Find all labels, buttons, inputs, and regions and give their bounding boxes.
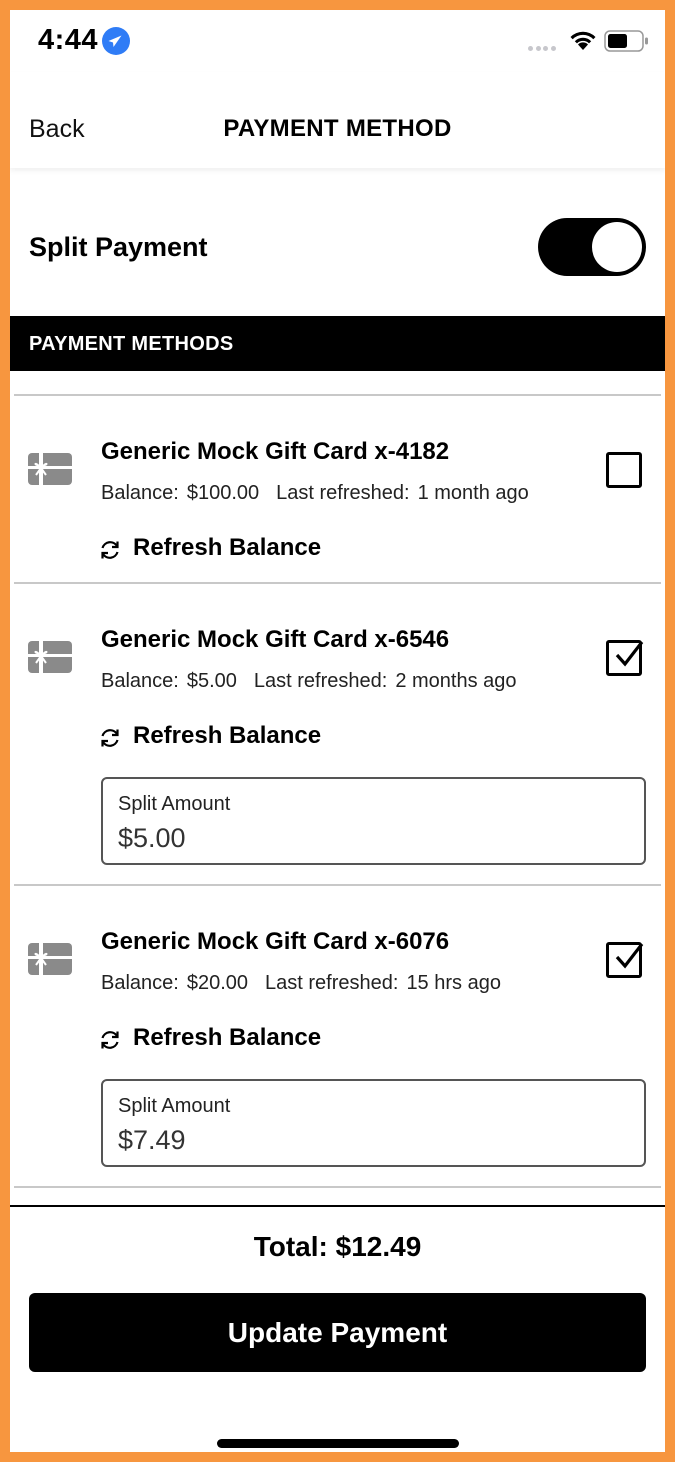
card-checkbox[interactable] [606,942,644,978]
card-checkbox[interactable] [606,640,644,676]
balance-label: Balance: [101,482,179,504]
card-name: Generic Mock Gift Card x-6546 [101,626,450,653]
split-payment-toggle[interactable] [538,218,646,276]
split-amount-field[interactable]: Split Amount [101,1079,646,1167]
refresh-balance-label: Refresh Balance [133,534,322,561]
refreshed-value: 2 months ago [395,670,517,692]
split-amount-input[interactable] [118,823,618,854]
refreshed-value: 1 month ago [417,482,529,504]
refreshed-label: Last refreshed: [265,972,399,994]
location-arrow-icon [102,27,130,55]
balance-value: $100.00 [186,482,260,504]
card-name: Generic Mock Gift Card x-4182 [101,438,450,465]
back-button[interactable]: Back [29,115,85,144]
section-header-label: PAYMENT METHODS [29,333,234,355]
split-payment-label: Split Payment [29,232,208,262]
status-bar: 4:44 [10,10,665,72]
page-title: PAYMENT METHOD [223,115,452,142]
card-name: Generic Mock Gift Card x-6076 [101,928,450,955]
battery-icon [604,30,648,52]
gift-card-icon [28,453,72,485]
wifi-icon [570,31,596,50]
split-amount-field[interactable]: Split Amount [101,777,646,865]
gift-card-item[interactable]: Generic Mock Gift Card x-6076 Balance: $2… [10,886,665,1186]
app-screen: 4:44 PAYMENT METHOD Back Split Payment P… [10,10,665,1452]
payment-methods-list[interactable]: Generic Mock Gift Card x-4182 Balance: $1… [10,371,665,1205]
update-payment-button[interactable]: Update Payment [29,1293,646,1372]
checkmark-icon [615,641,644,667]
refresh-icon [101,729,119,747]
section-header: PAYMENT METHODS [10,316,665,371]
gift-card-item[interactable]: Generic Mock Gift Card x-6546 Balance: $5… [10,584,665,884]
refresh-balance-label: Refresh Balance [133,1024,322,1051]
refreshed-label: Last refreshed: [253,670,388,692]
list-divider [14,1186,661,1188]
refreshed-value: 15 hrs ago [406,972,501,994]
toggle-knob [592,222,642,272]
split-amount-input[interactable] [118,1125,618,1156]
refresh-balance-label: Refresh Balance [133,722,322,749]
total-amount: Total: $12.49 [253,1231,422,1262]
balance-label: Balance: [101,670,179,692]
balance-value: $5.00 [186,670,237,692]
split-payment-row: Split Payment [10,168,665,316]
refreshed-label: Last refreshed: [276,482,410,504]
split-amount-label: Split Amount [118,793,231,815]
home-indicator[interactable] [217,1439,459,1448]
gift-card-item[interactable]: Generic Mock Gift Card x-4182 Balance: $1… [10,396,665,582]
balance-value: $20.00 [186,972,249,994]
gift-card-icon [28,641,72,673]
checkout-footer: Total: $12.49 Update Payment [10,1205,665,1452]
card-checkbox[interactable] [606,452,642,488]
balance-label: Balance: [101,972,179,994]
refresh-icon [101,1031,119,1049]
card-meta: Balance: $20.00 Last refreshed: 15 hrs ago [101,972,509,995]
checkmark-icon [615,943,644,969]
card-meta: Balance: $5.00 Last refreshed: 2 months ago [101,670,525,693]
refresh-icon [101,541,119,559]
navigation-bar: PAYMENT METHOD Back [10,72,665,168]
cellular-signal-icon [528,46,562,52]
split-amount-label: Split Amount [118,1095,231,1117]
gift-card-icon [28,943,72,975]
card-meta: Balance: $100.00 Last refreshed: 1 month ag… [101,482,537,505]
status-time: 4:44 [38,24,99,56]
